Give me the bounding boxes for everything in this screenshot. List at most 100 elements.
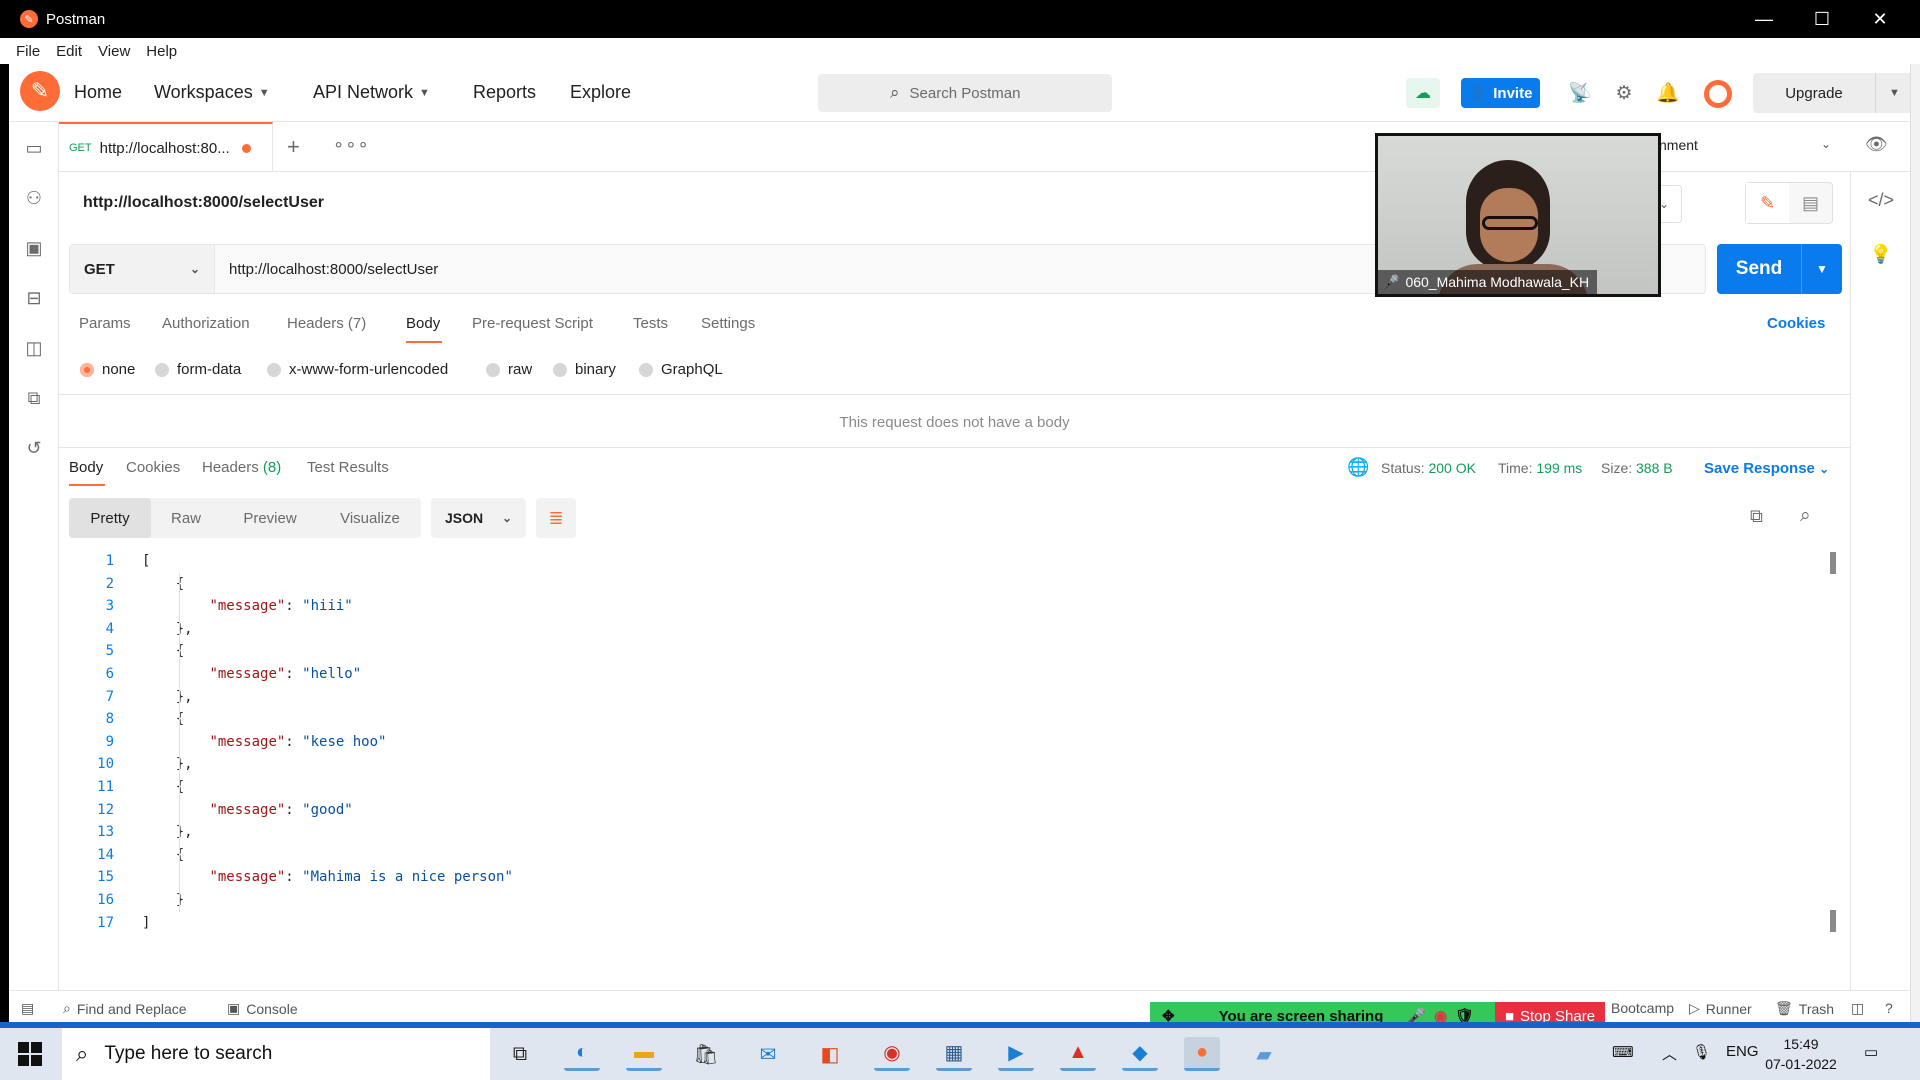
edge-browser-icon[interactable]: ◐	[564, 1037, 600, 1071]
copy-icon[interactable]: ⧉	[1750, 506, 1763, 527]
notifications-bell-icon[interactable]: 🔔	[1653, 78, 1683, 108]
nav-reports[interactable]: Reports	[473, 82, 536, 103]
response-tab-body[interactable]: Body	[69, 459, 103, 476]
cloud-sync-icon[interactable]: ☁	[1406, 78, 1440, 108]
menu-edit[interactable]: Edit	[56, 43, 82, 60]
search-icon[interactable]: ⌕	[1800, 505, 1811, 527]
runner-button[interactable]: ▷ Runner	[1689, 1000, 1752, 1017]
trash-button[interactable]: 🗑 Trash	[1775, 1000, 1834, 1017]
minimize-button[interactable]: —	[1736, 0, 1792, 38]
vscode-icon[interactable]: ◆	[1122, 1037, 1158, 1071]
collections-icon[interactable]: ▭	[22, 136, 46, 160]
toggle-sidebar-icon[interactable]: ▤	[21, 1000, 34, 1017]
help-icon[interactable]: ?	[1885, 1000, 1893, 1016]
scrollbar-thumb[interactable]	[1830, 552, 1836, 574]
nav-workspaces[interactable]: Workspaces ▼	[154, 82, 270, 103]
search-postman-input[interactable]: ⌕ Search Postman	[818, 74, 1112, 112]
url-input[interactable]: http://localhost:8000/selectUser	[215, 245, 438, 293]
user-avatar[interactable]	[1704, 80, 1732, 108]
tab-params[interactable]: Params	[79, 315, 131, 332]
send-button[interactable]: Send ▼	[1717, 244, 1842, 294]
radio-graphql[interactable]: GraphQL	[639, 361, 723, 378]
comments-icon[interactable]: ▤	[1789, 183, 1832, 223]
save-response-button[interactable]: Save Response ⌄	[1704, 460, 1829, 477]
taskbar-search-input[interactable]: ⌕ Type here to search	[62, 1028, 490, 1080]
office-icon[interactable]: ◧	[812, 1037, 848, 1071]
response-time[interactable]: Time: 199 ms	[1498, 460, 1582, 476]
response-body-editor[interactable]: 1[2 {3 "message": "hiii" 4 }, 5 {6 "messag…	[59, 550, 1839, 940]
postman-logo-icon[interactable]: ✎	[20, 71, 60, 111]
view-pretty[interactable]: Pretty	[69, 498, 151, 538]
tab-body[interactable]: Body	[406, 315, 440, 332]
flows-icon[interactable]: ⧉	[22, 386, 46, 410]
environments-icon[interactable]: ▣	[22, 236, 46, 260]
response-tab-test-results[interactable]: Test Results	[307, 459, 389, 476]
tab-pre-request-script[interactable]: Pre-request Script	[472, 315, 593, 332]
radio-form-data[interactable]: form-data	[155, 361, 241, 378]
console-button[interactable]: ▣ Console	[227, 1000, 298, 1017]
tab-tests[interactable]: Tests	[633, 315, 668, 332]
radio-raw[interactable]: raw	[486, 361, 532, 378]
edit-pencil-icon[interactable]: ✎	[1746, 183, 1789, 223]
new-tab-plus-icon[interactable]: +	[287, 134, 300, 160]
method-select[interactable]: GET ⌄	[70, 245, 215, 293]
response-status[interactable]: Status: 200 OK	[1381, 460, 1476, 476]
upgrade-button[interactable]: Upgrade ▼	[1753, 73, 1913, 113]
close-button[interactable]: ✕	[1852, 0, 1908, 38]
pdf-reader-icon[interactable]: ▲	[1060, 1037, 1096, 1071]
tab-headers[interactable]: Headers (7)	[287, 315, 366, 332]
lightbulb-icon[interactable]: 💡	[1869, 242, 1893, 266]
request-tab[interactable]: GET http://localhost:80...	[59, 122, 273, 172]
radio-x-www-form-urlencoded[interactable]: x-www-form-urlencoded	[267, 361, 448, 378]
two-pane-icon[interactable]: ◫	[1851, 1000, 1864, 1017]
radio-binary[interactable]: binary	[553, 361, 616, 378]
database-tool-icon[interactable]: ▦	[936, 1037, 972, 1071]
request-name[interactable]: http://localhost:8000/selectUser	[83, 194, 324, 212]
keyboard-icon[interactable]: ⌨	[1612, 1043, 1634, 1061]
menu-help[interactable]: Help	[146, 43, 177, 60]
taskbar-clock[interactable]: 15:49 07-01-2022	[1760, 1034, 1842, 1074]
tab-settings[interactable]: Settings	[701, 315, 755, 332]
code-snippet-icon[interactable]: </>	[1868, 188, 1894, 212]
apis-icon[interactable]: ⚇	[22, 186, 46, 210]
tab-authorization[interactable]: Authorization	[162, 315, 250, 332]
nav-api-network[interactable]: API Network ▼	[313, 82, 430, 103]
windows-start-icon[interactable]	[18, 1042, 42, 1066]
maximize-button[interactable]: ☐	[1794, 0, 1850, 38]
video-participant-tile[interactable]: 🎤 060_Mahima Modhawala_KH	[1375, 133, 1661, 297]
nav-explore[interactable]: Explore	[570, 82, 631, 103]
monitors-icon[interactable]: ◫	[22, 336, 46, 360]
wrap-lines-icon[interactable]: ≣	[536, 498, 576, 538]
view-preview[interactable]: Preview	[221, 498, 319, 538]
radio-none[interactable]: none	[80, 361, 135, 378]
microphone-icon[interactable]: 🎙	[1692, 1043, 1711, 1061]
file-explorer-icon[interactable]: ▬	[626, 1037, 662, 1071]
notifications-icon[interactable]: ▭	[1864, 1043, 1878, 1061]
chevron-down-icon[interactable]: ▼	[1875, 73, 1913, 113]
chrome-icon[interactable]: ◉	[874, 1037, 910, 1071]
task-view-icon[interactable]: ⧉	[502, 1037, 538, 1071]
store-icon[interactable]: 🛍	[688, 1037, 724, 1071]
response-tab-cookies[interactable]: Cookies	[126, 459, 180, 476]
language-indicator[interactable]: ENG	[1726, 1043, 1759, 1060]
view-visualize[interactable]: Visualize	[319, 498, 421, 538]
chevron-down-icon[interactable]: ▼	[1801, 244, 1842, 294]
view-raw[interactable]: Raw	[151, 498, 221, 538]
zoom-icon[interactable]: ▶	[998, 1037, 1034, 1071]
environment-selector[interactable]: nment	[1659, 137, 1698, 153]
menu-view[interactable]: View	[98, 43, 130, 60]
find-and-replace-button[interactable]: ⌕ Find and Replace	[63, 1000, 187, 1017]
chevron-down-icon[interactable]: ⌄	[1821, 137, 1831, 151]
nav-home[interactable]: Home	[74, 82, 122, 103]
scrollbar-thumb[interactable]	[1830, 910, 1836, 932]
response-tab-headers[interactable]: Headers (8)	[202, 459, 281, 476]
notepad-icon[interactable]: ▰	[1246, 1037, 1282, 1071]
invite-button[interactable]: 👤 Invite	[1461, 78, 1540, 108]
settings-gear-icon[interactable]: ⚙	[1609, 78, 1639, 108]
show-hidden-icons-chevron-up-icon[interactable]: ︿	[1662, 1043, 1677, 1064]
globe-icon[interactable]: 🌐	[1347, 457, 1369, 478]
format-select[interactable]: JSON ⌄	[431, 498, 526, 538]
bootcamp-button[interactable]: Bootcamp	[1611, 1000, 1674, 1016]
satellite-icon[interactable]: 📡	[1565, 78, 1595, 108]
postman-taskbar-icon[interactable]: ●	[1184, 1037, 1220, 1071]
